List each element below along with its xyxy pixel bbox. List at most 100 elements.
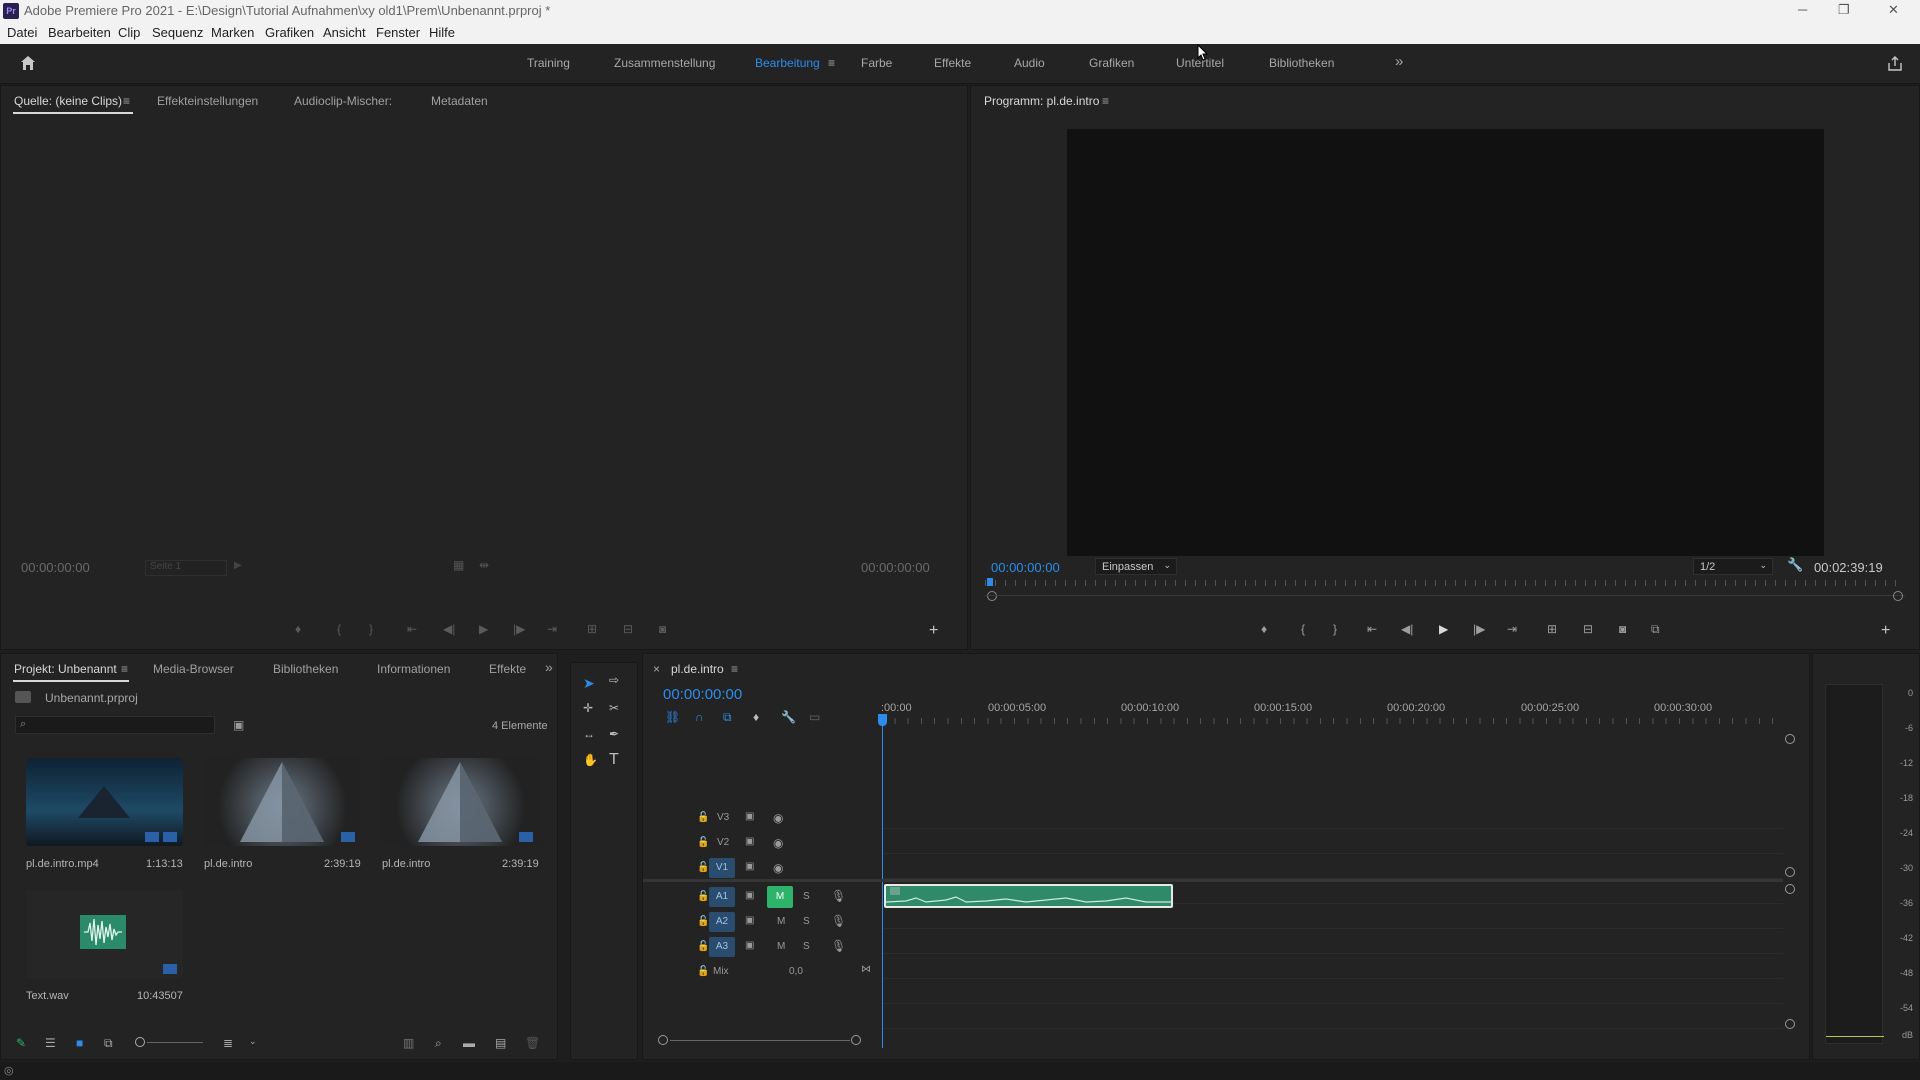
go-to-out-icon[interactable]: ⇥	[1507, 622, 1517, 636]
workspace-effekte[interactable]: Effekte	[934, 56, 971, 70]
search-input[interactable]: ⌕	[15, 716, 215, 734]
sort-icon[interactable]: ≣	[223, 1036, 233, 1050]
resolution-select[interactable]: 1/2 ⌄	[1693, 558, 1773, 575]
mix-value[interactable]: 0,0	[789, 966, 803, 977]
solo-button-a2[interactable]: S	[803, 916, 810, 927]
timeline-settings-icon[interactable]: 🔧	[781, 710, 796, 724]
playhead-marker[interactable]	[987, 578, 993, 586]
workspace-farbe[interactable]: Farbe	[861, 56, 892, 70]
video-zoom-handle-top[interactable]	[1785, 734, 1795, 744]
chevron-down-icon[interactable]: ⌄	[249, 1036, 257, 1047]
comparison-view-icon[interactable]: ⧉	[1651, 622, 1660, 637]
settings-icon[interactable]: ⇹	[479, 558, 489, 572]
sync-lock-icon[interactable]: ▣	[745, 890, 754, 901]
mark-in-icon[interactable]: {	[1301, 622, 1305, 636]
menu-grafiken[interactable]: Grafiken	[265, 25, 314, 40]
sequence-menu-icon[interactable]: ≡	[731, 662, 738, 676]
menu-ansicht[interactable]: Ansicht	[323, 25, 366, 40]
zoom-slider-track[interactable]	[147, 1042, 203, 1043]
lock-icon[interactable]: 🔓	[697, 812, 709, 823]
wrench-icon[interactable]: 🔧	[1787, 557, 1803, 573]
hscroll-handle-left[interactable]	[658, 1035, 668, 1045]
lock-icon[interactable]: 🔓	[697, 837, 709, 848]
workspace-training[interactable]: Training	[527, 56, 570, 70]
page-select[interactable]: Seite 1	[145, 560, 227, 576]
nest-icon[interactable]: ⛓	[665, 710, 680, 724]
share-icon[interactable]	[1886, 55, 1904, 73]
zoom-handle-right[interactable]	[1893, 591, 1903, 601]
thumbnail-text-wav[interactable]	[26, 890, 183, 978]
audio-zoom-handle-bottom[interactable]	[1785, 1019, 1795, 1029]
marker-icon[interactable]: ♦	[1261, 622, 1267, 636]
automate-to-sequence-icon[interactable]: ▥	[403, 1036, 414, 1050]
solo-button-a1[interactable]: S	[803, 891, 810, 902]
microphone-icon[interactable]: 🎙	[831, 939, 846, 953]
maximize-button[interactable]: ❐	[1838, 2, 1850, 18]
export-frame-icon[interactable]: ◙	[659, 622, 666, 636]
lock-icon[interactable]: 🔓	[697, 916, 709, 927]
more-tabs-icon[interactable]: »	[545, 659, 553, 675]
step-forward-icon[interactable]: |▶	[1473, 622, 1485, 636]
selection-tool-icon[interactable]: ➤	[583, 675, 595, 692]
safe-margins-icon[interactable]: ▦	[453, 558, 464, 572]
microphone-icon[interactable]: 🎙	[831, 914, 846, 928]
track-target-a3[interactable]: A3	[709, 937, 735, 957]
captions-icon[interactable]: ▭	[809, 710, 820, 724]
sync-lock-icon[interactable]: ▣	[745, 861, 754, 872]
tab-quelle[interactable]: Quelle: (keine Clips)	[14, 94, 122, 108]
playhead-handle[interactable]	[878, 714, 887, 726]
program-monitor-viewport[interactable]	[1067, 129, 1824, 556]
mute-button-a3[interactable]: M	[777, 941, 785, 952]
go-to-in-icon[interactable]: ⇤	[1367, 622, 1377, 636]
new-item-icon[interactable]: ▤	[495, 1036, 506, 1050]
tab-projekt[interactable]: Projekt: Unbenannt	[14, 662, 117, 676]
step-forward-icon[interactable]: |▶	[513, 622, 525, 636]
eye-icon[interactable]: ◉	[773, 836, 783, 850]
sync-lock-icon[interactable]: ▣	[745, 940, 754, 951]
list-view-icon[interactable]: ☰	[45, 1036, 56, 1050]
menu-sequenz[interactable]: Sequenz	[152, 25, 203, 40]
solo-button-a3[interactable]: S	[803, 941, 810, 952]
thumbnail-pl-de-intro-mp4[interactable]	[26, 758, 183, 846]
mute-button-a1[interactable]: M	[767, 886, 793, 908]
track-target-a1[interactable]: A1	[709, 887, 735, 907]
play-icon[interactable]: ▶	[1439, 622, 1448, 636]
workspace-grafiken[interactable]: Grafiken	[1089, 56, 1134, 70]
program-time-ruler[interactable]	[985, 578, 1905, 601]
tab-audioclip-mischer[interactable]: Audioclip-Mischer:	[294, 94, 392, 108]
program-menu-icon[interactable]: ≡	[1102, 94, 1109, 108]
go-to-out-icon[interactable]: ⇥	[547, 622, 557, 636]
project-menu-icon[interactable]: ≡	[121, 662, 128, 676]
workspace-bearbeitung[interactable]: Bearbeitung	[755, 56, 820, 70]
tab-bibliotheken[interactable]: Bibliotheken	[273, 662, 338, 676]
extract-icon[interactable]: ⊟	[1583, 622, 1593, 636]
ripple-edit-tool-icon[interactable]: ✛	[583, 701, 593, 715]
zoom-slider-handle[interactable]	[135, 1037, 145, 1047]
home-icon[interactable]	[19, 54, 37, 72]
sync-lock-icon[interactable]: ▣	[745, 836, 754, 847]
icon-view-icon[interactable]: ■	[76, 1036, 83, 1050]
marker-icon[interactable]: ♦	[295, 622, 301, 636]
program-title[interactable]: Programm: pl.de.intro	[984, 94, 1099, 108]
trash-icon[interactable]: 🗑	[525, 1036, 540, 1050]
add-button-icon[interactable]: +	[929, 622, 938, 640]
snap-icon[interactable]: ∩	[695, 710, 704, 724]
step-back-icon[interactable]: ◀|	[1401, 622, 1413, 636]
menu-bearbeiten[interactable]: Bearbeiten	[48, 25, 111, 40]
mark-out-icon[interactable]: }	[369, 622, 373, 636]
menu-clip[interactable]: Clip	[118, 25, 140, 40]
minimize-button[interactable]: ─	[1798, 2, 1807, 17]
microphone-icon[interactable]: 🎙	[831, 889, 846, 903]
lift-icon[interactable]: ⊞	[1547, 622, 1557, 636]
lock-icon[interactable]: 🔓	[697, 966, 709, 977]
workspace-menu-icon[interactable]: ≡	[828, 56, 835, 70]
new-bin-icon[interactable]: ▬	[463, 1036, 475, 1050]
hscroll-bar[interactable]	[670, 1040, 850, 1041]
menu-marken[interactable]: Marken	[211, 25, 254, 40]
new-bin-from-search-icon[interactable]: ▣	[233, 718, 244, 732]
linked-selection-icon[interactable]: ⧉	[723, 710, 732, 725]
find-icon[interactable]: ⌕	[435, 1036, 442, 1051]
zoom-handle-left[interactable]	[987, 591, 997, 601]
step-back-icon[interactable]: ◀|	[443, 622, 455, 636]
workspace-audio[interactable]: Audio	[1014, 56, 1045, 70]
